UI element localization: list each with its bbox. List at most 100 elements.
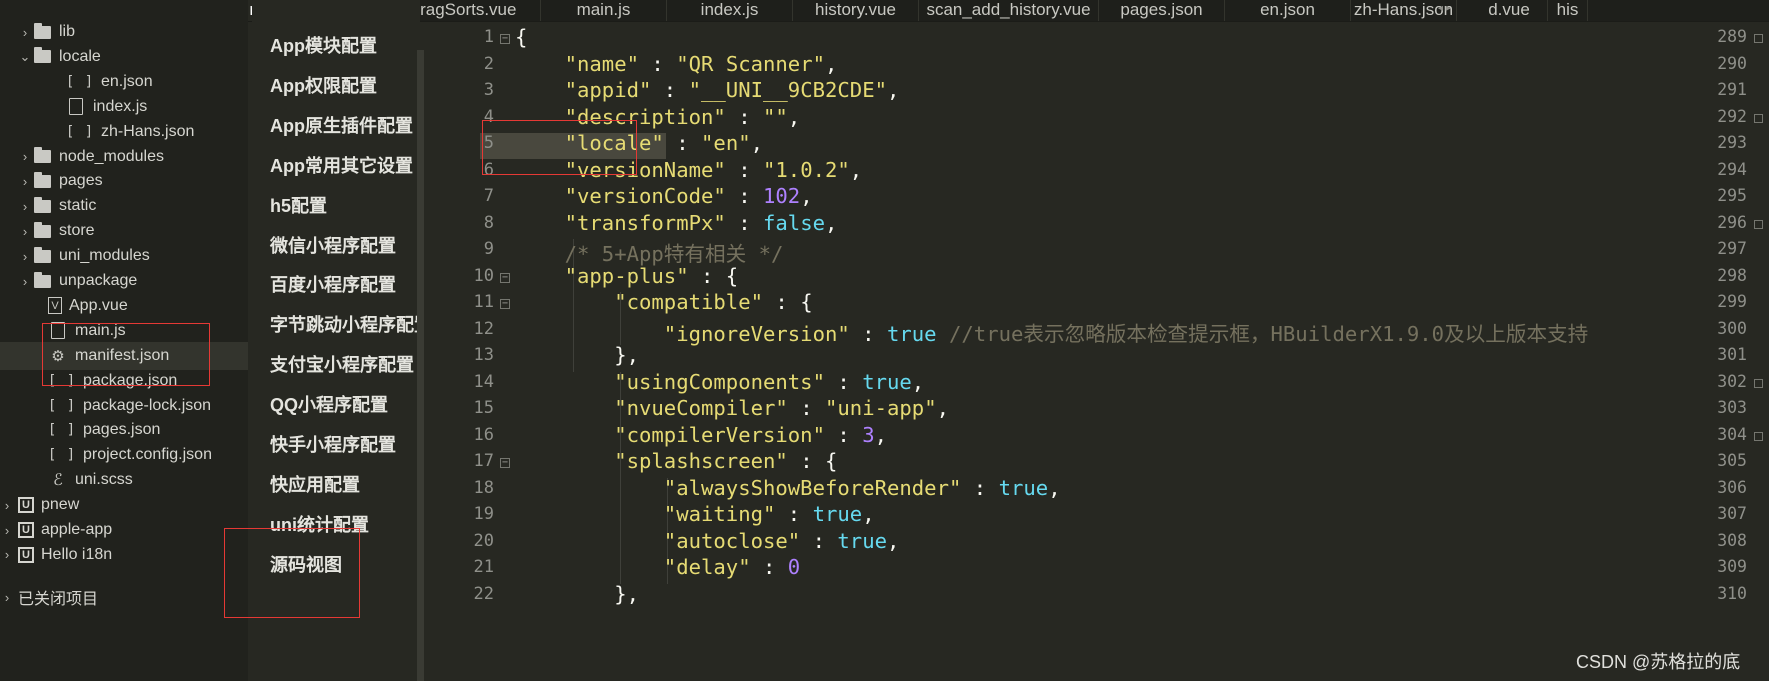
chevron-right-icon[interactable]: › <box>18 25 32 40</box>
config-menu-item[interactable]: 支付宝小程序配置 <box>270 350 414 380</box>
chevron-right-icon[interactable]: › <box>18 174 32 189</box>
code-token: , <box>874 422 887 447</box>
chevron-right-icon[interactable]: › <box>0 498 14 513</box>
chevron-right-icon[interactable]: › <box>18 274 32 289</box>
tree-item-main-js[interactable]: main.js <box>0 317 248 345</box>
code-token: "alwaysShowBeforeRender" <box>663 475 962 500</box>
tree-item-zh-hans-json[interactable]: [ ] zh-Hans.json <box>0 118 248 146</box>
tree-item-pnew[interactable]: › Upnew <box>0 491 248 519</box>
config-menu-item[interactable]: 源码视图 <box>270 550 342 580</box>
code-token: : <box>750 555 788 579</box>
tree-item-static[interactable]: › static <box>0 192 248 220</box>
tab-his[interactable]: his <box>1548 0 1588 21</box>
tab-history-vue[interactable]: history.vue <box>793 0 919 21</box>
fold-toggle-icon[interactable] <box>1754 431 1763 441</box>
chevron-down-icon[interactable]: ⌄ <box>18 49 32 65</box>
fold-toggle-icon[interactable]: − <box>500 34 510 44</box>
fold-toggle-icon[interactable]: − <box>500 272 510 283</box>
config-menu-item[interactable]: App模块配置 <box>270 31 377 61</box>
tab-d-vue[interactable]: d.vue <box>1471 0 1548 21</box>
config-menu-item[interactable]: h5配置 <box>270 191 327 221</box>
tree-item-package-lock-json[interactable]: [ ] package-lock.json <box>0 392 248 420</box>
chevron-right-icon[interactable]: › <box>18 249 32 264</box>
tab-en-json[interactable]: en.json <box>1225 0 1351 21</box>
config-menu-item[interactable]: App原生插件配置 <box>270 111 413 141</box>
tree-item-apple-app[interactable]: › Uapple-app <box>0 516 248 544</box>
config-sidebar-scrollbar[interactable] <box>417 50 424 681</box>
closed-projects-label: 已关闭项目 <box>18 591 99 608</box>
folder-icon <box>32 196 52 216</box>
tree-item-uni-scss[interactable]: ℰuni.scss <box>0 466 248 494</box>
minimap-line-number: 310 <box>1717 583 1747 603</box>
code-line: "delay" : 0 <box>515 555 800 579</box>
line-number: 10 <box>473 265 494 286</box>
config-menu-item[interactable]: QQ小程序配置 <box>270 390 388 420</box>
tree-item-label: locale <box>59 47 101 65</box>
code-token: : <box>961 475 999 500</box>
chevron-right-icon[interactable]: › <box>0 547 14 562</box>
fold-toggle-icon[interactable] <box>1754 113 1763 123</box>
config-menu-item[interactable]: 微信小程序配置 <box>270 231 396 261</box>
config-menu-item[interactable]: App权限配置 <box>270 71 377 101</box>
chevron-right-icon[interactable]: › <box>18 149 32 164</box>
tab-pages-json[interactable]: pages.json <box>1099 0 1225 21</box>
code-line: "description" : "", <box>515 105 801 129</box>
tree-item-index-js[interactable]: index.js <box>0 93 248 121</box>
tree-item-locale[interactable]: ⌄ locale <box>0 43 248 71</box>
code-token: true <box>837 528 887 553</box>
closed-projects-header[interactable]: › 已关闭项目 <box>0 583 248 611</box>
fold-toggle-icon[interactable] <box>1754 378 1763 388</box>
fold-toggle-icon[interactable]: − <box>500 458 510 468</box>
minimap-line-number: 302 <box>1717 371 1747 391</box>
code-editor[interactable]: 1 2 3 4 5 6 7 8 9 10 11 12 13 14 15 16 17 18 19 20 21 22− − − −{… <box>424 22 1694 681</box>
tree-item-pages[interactable]: › pages <box>0 167 248 195</box>
config-menu-item[interactable]: 字节跳动小程序配置 <box>270 310 420 340</box>
code-token: "autoclose" <box>663 528 801 553</box>
tree-item-node-modules[interactable]: › node_modules <box>0 143 248 171</box>
line-number: 18 <box>473 477 494 498</box>
minimap-line-number: 293 <box>1717 133 1747 152</box>
tree-item-project-config-json[interactable]: [ ] project.config.json <box>0 441 248 469</box>
tab-main-js[interactable]: main.js <box>541 0 667 21</box>
config-menu-item[interactable]: App常用其它设置 <box>270 151 413 181</box>
tree-item-lib[interactable]: › lib <box>0 18 248 46</box>
chevron-right-icon[interactable]: › <box>18 224 32 239</box>
chevron-right-icon[interactable]: › <box>0 523 14 538</box>
code-line: "nvueCompiler" : "uni-app", <box>515 396 949 420</box>
chevron-right-icon[interactable]: › <box>0 590 14 605</box>
config-menu-item[interactable]: 百度小程序配置 <box>270 270 396 300</box>
tree-item-hello-i18n[interactable]: › U Hello i18n <box>0 541 248 569</box>
tree-item-uni-modules[interactable]: › uni_modules <box>0 242 248 270</box>
tree-item-store[interactable]: › store <box>0 217 248 245</box>
tree-item-manifest-json[interactable]: ⚙ manifest.json <box>0 341 248 370</box>
tree-item-en-json[interactable]: [ ] en.json <box>0 68 248 96</box>
fold-toggle-icon[interactable] <box>1754 219 1763 229</box>
minimap-line-gutter[interactable]: 289 290 291 292 293 294 295 296 297 298 299 300 301 3… <box>1694 22 1769 681</box>
chevron-right-icon[interactable]: › <box>18 199 32 214</box>
code-token: "usingComponents" <box>614 369 825 394</box>
code-line: "usingComponents" : true, <box>515 370 924 394</box>
tree-item-label: pages <box>59 172 103 190</box>
tab-scroll-arrows-icon[interactable]: ◂ ▸ <box>1438 3 1451 14</box>
tab-index-js[interactable]: index.js <box>667 0 793 21</box>
line-number: 8 <box>483 212 494 233</box>
tree-item-pages-json[interactable]: [ ] pages.json <box>0 416 248 444</box>
config-menu-item[interactable]: uni统计配置 <box>270 510 369 540</box>
code-token: "ignoreVersion" <box>663 321 850 346</box>
minimap-line-number: 301 <box>1717 345 1747 364</box>
code-line: { <box>515 25 527 49</box>
tree-item-package-json[interactable]: [ ] package.json <box>0 367 248 395</box>
config-menu-item[interactable]: 快应用配置 <box>270 470 360 500</box>
tree-item-unpackage[interactable]: › unpackage <box>0 267 248 295</box>
tab-scan-add-history-vue[interactable]: scan_add_history.vue <box>919 0 1099 21</box>
code-token: , <box>887 78 900 102</box>
code-line: "transformPx" : false, <box>515 211 838 235</box>
fold-toggle-icon[interactable] <box>1754 34 1763 43</box>
line-number: 3 <box>483 80 494 100</box>
code-token: "uni-app" <box>825 396 937 420</box>
fold-toggle-icon[interactable]: − <box>500 299 510 309</box>
config-menu-item[interactable]: 快手小程序配置 <box>270 430 396 460</box>
tree-item-app-vue[interactable]: V App.vue <box>0 292 248 320</box>
